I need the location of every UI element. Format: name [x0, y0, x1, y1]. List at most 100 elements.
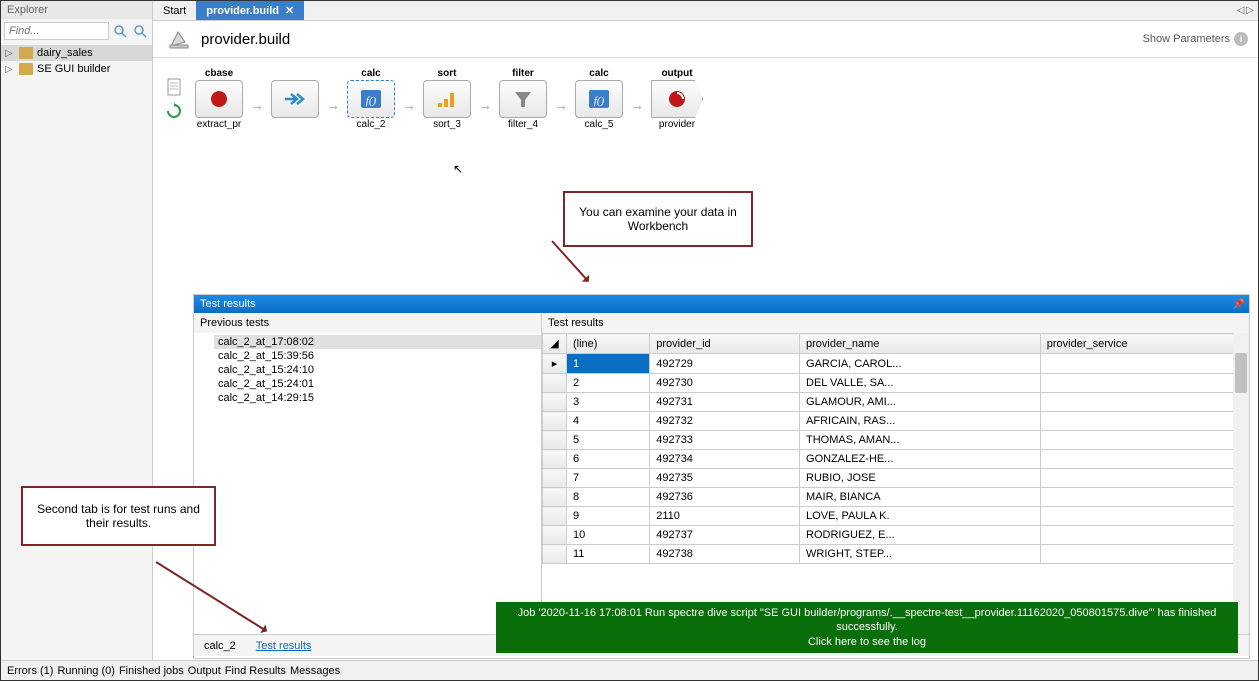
table-row[interactable]: 11492738WRIGHT, STEP... — [543, 545, 1249, 564]
row-indicator: ▸ — [543, 354, 567, 374]
info-icon: i — [1234, 32, 1248, 46]
table-row[interactable]: ▸1492729GARCIA, CAROL... — [543, 354, 1249, 374]
row-indicator — [543, 526, 567, 545]
cell-provider_name: GARCIA, CAROL... — [800, 354, 1041, 374]
cell-provider_name: GLAMOUR, AMI... — [800, 393, 1041, 412]
status-messages[interactable]: Messages — [290, 665, 340, 677]
cell-provider_id: 492732 — [650, 412, 800, 431]
cell-line: 9 — [567, 507, 650, 526]
cell-provider_service — [1040, 393, 1248, 412]
row-indicator — [543, 393, 567, 412]
document-icon[interactable] — [165, 78, 183, 96]
cell-provider_id: 492730 — [650, 374, 800, 393]
node-output[interactable]: output provider — [651, 68, 703, 130]
col-provider-name[interactable]: provider_name — [800, 334, 1041, 354]
cell-provider_id: 492738 — [650, 545, 800, 564]
prev-test-item[interactable]: calc_2_at_15:24:01 — [214, 377, 541, 391]
cell-line: 10 — [567, 526, 650, 545]
explorer-sidebar: Explorer ▷ dairy_sales ▷ SE GUI builder — [1, 1, 153, 661]
find-input[interactable] — [4, 22, 109, 40]
folder-icon — [19, 47, 33, 59]
search-icon[interactable] — [111, 22, 129, 40]
col-line[interactable]: (line) — [567, 334, 650, 354]
node-calc-5[interactable]: calc f() calc_5 — [575, 68, 623, 130]
tree-item-se-gui-builder[interactable]: ▷ SE GUI builder — [1, 61, 152, 77]
connector-icon: → — [547, 86, 575, 124]
row-indicator — [543, 412, 567, 431]
test-results-header: Test results 📌 — [194, 295, 1249, 313]
cell-provider_id: 492729 — [650, 354, 800, 374]
explorer-tree: ▷ dairy_sales ▷ SE GUI builder — [1, 43, 152, 79]
cell-line: 1 — [567, 354, 650, 374]
show-parameters-link[interactable]: Show Parameters i — [1143, 32, 1248, 46]
status-output[interactable]: Output — [188, 665, 221, 677]
table-row[interactable]: 7492735RUBIO, JOSE — [543, 469, 1249, 488]
tree-arrow-icon: ▷ — [5, 48, 15, 59]
connector-icon: → — [623, 86, 651, 124]
table-row[interactable]: 5492733THOMAS, AMAN... — [543, 431, 1249, 450]
folder-icon — [19, 63, 33, 75]
job-toast[interactable]: Job '2020-11-16 17:08:01 Run spectre div… — [496, 602, 1238, 653]
connector-icon: → — [243, 86, 271, 124]
cell-provider_name: DEL VALLE, SA... — [800, 374, 1041, 393]
tree-arrow-icon: ▷ — [5, 64, 15, 75]
table-row[interactable]: 4492732AFRICAIN, RAS... — [543, 412, 1249, 431]
cell-provider_id: 492737 — [650, 526, 800, 545]
table-row[interactable]: 6492734GONZALEZ-HE... — [543, 450, 1249, 469]
prev-test-item[interactable]: calc_2_at_15:39:56 — [214, 349, 541, 363]
close-icon[interactable]: ✕ — [285, 4, 294, 17]
search-options-icon[interactable] — [131, 22, 149, 40]
table-row[interactable]: 92110LOVE, PAULA K. — [543, 507, 1249, 526]
results-label: Test results — [542, 313, 1249, 333]
node-forward[interactable] — [271, 68, 319, 130]
results-grid: ◢ (line) provider_id provider_name provi… — [542, 333, 1249, 564]
cell-provider_id: 2110 — [650, 507, 800, 526]
cell-provider_name: MAIR, BIANCA — [800, 488, 1041, 507]
prev-test-item[interactable]: calc_2_at_17:08:02 — [214, 335, 541, 349]
prev-test-item[interactable]: calc_2_at_14:29:15 — [214, 391, 541, 405]
cell-provider_name: RUBIO, JOSE — [800, 469, 1041, 488]
tab-prev-icon[interactable]: ◁ — [1237, 5, 1245, 16]
tab-provider-build[interactable]: provider.build ✕ — [196, 1, 304, 20]
scrollbar[interactable] — [1233, 333, 1249, 634]
node-sort[interactable]: sort sort_3 — [423, 68, 471, 130]
status-errors[interactable]: Errors (1) — [7, 665, 53, 677]
bottom-tab-test-results[interactable]: Test results — [246, 637, 322, 655]
row-indicator — [543, 450, 567, 469]
cell-provider_service — [1040, 412, 1248, 431]
cell-provider_service — [1040, 545, 1248, 564]
tab-next-icon[interactable]: ▷ — [1246, 5, 1254, 16]
status-find-results[interactable]: Find Results — [225, 665, 286, 677]
node-cbase[interactable]: cbase extract_pr — [195, 68, 243, 130]
prev-test-item[interactable]: calc_2_at_15:24:10 — [214, 363, 541, 377]
cell-provider_name: LOVE, PAULA K. — [800, 507, 1041, 526]
callout-second-tab: Second tab is for test runs and their re… — [21, 486, 216, 546]
col-provider-service[interactable]: provider_service — [1040, 334, 1248, 354]
tree-item-dairy-sales[interactable]: ▷ dairy_sales — [1, 45, 152, 61]
col-provider-id[interactable]: provider_id — [650, 334, 800, 354]
row-indicator — [543, 545, 567, 564]
row-indicator — [543, 469, 567, 488]
cell-provider_service — [1040, 526, 1248, 545]
svg-text:f(): f() — [366, 95, 377, 107]
node-filter[interactable]: filter filter_4 — [499, 68, 547, 130]
connector-icon: → — [319, 86, 347, 124]
status-running[interactable]: Running (0) — [57, 665, 114, 677]
cell-provider_name: AFRICAIN, RAS... — [800, 412, 1041, 431]
status-finished[interactable]: Finished jobs — [119, 665, 184, 677]
bottom-tab-calc-2[interactable]: calc_2 — [194, 637, 246, 655]
node-calc-2[interactable]: calc f() calc_2 — [347, 68, 395, 130]
row-indicator — [543, 488, 567, 507]
table-row[interactable]: 3492731GLAMOUR, AMI... — [543, 393, 1249, 412]
table-row[interactable]: 2492730DEL VALLE, SA... — [543, 374, 1249, 393]
previous-tests-pane: Previous tests calc_2_at_17:08:02 calc_2… — [194, 313, 542, 634]
table-row[interactable]: 10492737RODRIGUEZ, E... — [543, 526, 1249, 545]
refresh-icon[interactable] — [165, 102, 183, 120]
pin-icon[interactable]: 📌 — [1233, 299, 1245, 310]
cell-line: 8 — [567, 488, 650, 507]
results-pane: Test results ◢ (line) provider_id provid… — [542, 313, 1249, 634]
table-row[interactable]: 8492736MAIR, BIANCA — [543, 488, 1249, 507]
cell-provider_service — [1040, 488, 1248, 507]
cell-provider_id: 492733 — [650, 431, 800, 450]
tab-start[interactable]: Start — [153, 1, 196, 20]
